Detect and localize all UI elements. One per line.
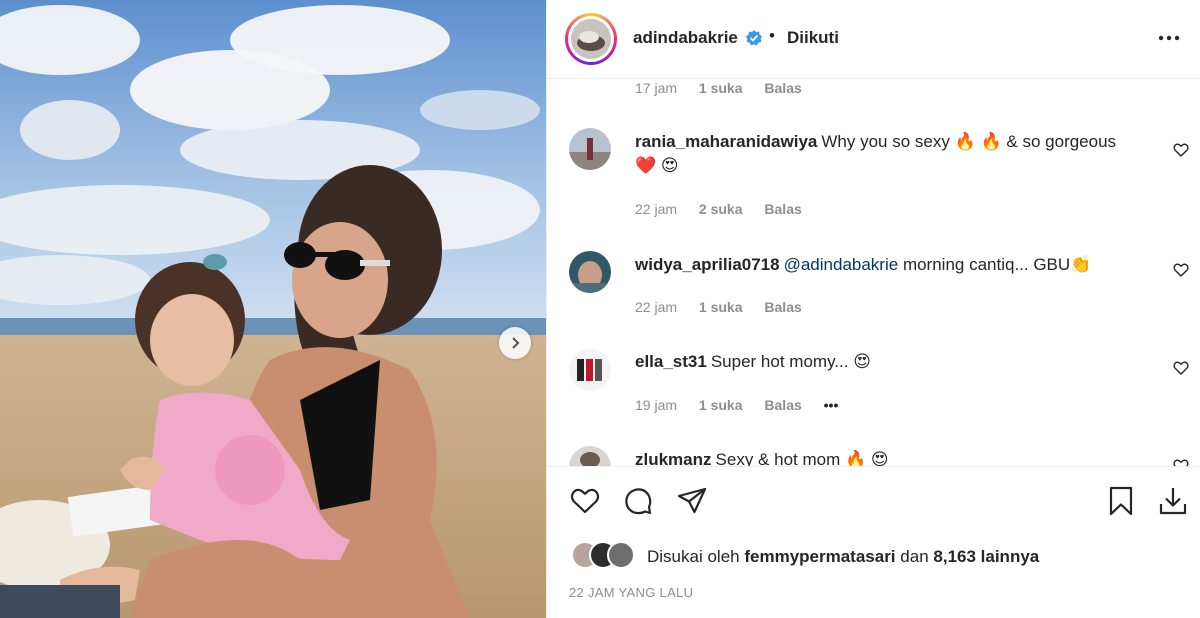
comment-meta: 22 jam 1 suka Balas	[635, 299, 820, 315]
heart-eyes-emoji: 😍	[853, 352, 871, 371]
comment-body: morning cantiq... GBU	[902, 255, 1071, 274]
heart-emoji: ❤️	[635, 156, 657, 175]
separator-dot: •	[769, 26, 775, 45]
heart-icon[interactable]	[1173, 360, 1189, 376]
comment-body: Why you so sexy	[821, 132, 950, 151]
comment-body-2: & so gorgeous	[1006, 132, 1117, 151]
clapping-emoji: 👏	[1070, 255, 1092, 274]
comment-avatar[interactable]	[569, 446, 611, 466]
heart-icon[interactable]	[1173, 458, 1189, 466]
comment-username[interactable]: zlukmanz	[635, 450, 712, 466]
heart-icon[interactable]	[1173, 142, 1189, 158]
comment-time: 19 jam	[635, 397, 678, 413]
post-username[interactable]: adindabakrie	[633, 28, 738, 48]
chevron-right-icon	[512, 337, 520, 349]
comment-text: rania_maharanidawiya Why you so sexy 🔥 🔥 …	[635, 130, 1155, 178]
comment-text: widya_aprilia0718 @adindabakrie morning c…	[635, 253, 1155, 277]
comment-likes[interactable]: 2 suka	[699, 201, 743, 217]
likes-count[interactable]: 8,163 lainnya	[933, 547, 1039, 566]
comment-time: 22 jam	[635, 201, 678, 217]
comment-reply-button[interactable]: Balas	[764, 80, 801, 96]
likes-middle: dan	[900, 547, 929, 566]
comment-time: 17 jam	[635, 80, 678, 96]
mention-link[interactable]: @adindabakrie	[784, 255, 899, 274]
avatar	[607, 541, 635, 569]
comment-icon[interactable]	[622, 485, 654, 517]
fire-emoji: 🔥	[980, 132, 1002, 151]
fire-emoji: 🔥	[954, 132, 976, 151]
post-details-panel: adindabakrie • Diikuti 17 jam 1 suka Bal…	[546, 0, 1200, 618]
comment-likes[interactable]: 1 suka	[699, 299, 743, 315]
post-header: adindabakrie • Diikuti	[547, 0, 1200, 79]
post-photo[interactable]	[0, 0, 546, 618]
post-actions: Disukai oleh femmypermatasari dan 8,163 …	[547, 466, 1200, 618]
comment-likes[interactable]: 1 suka	[699, 397, 743, 413]
comment-options-button[interactable]: •••	[824, 397, 839, 413]
fire-emoji: 🔥	[844, 450, 867, 466]
likes-summary: Disukai oleh femmypermatasari dan 8,163 …	[647, 547, 1039, 567]
heart-icon[interactable]	[569, 485, 601, 517]
comment-avatar[interactable]	[569, 349, 611, 391]
comment-text: zlukmanz Sexy & hot mom 🔥 😍	[635, 448, 1155, 466]
post-timestamp[interactable]: 22 JAM YANG LALU	[569, 585, 693, 600]
heart-eyes-emoji: 😍	[870, 450, 889, 466]
download-icon[interactable]	[1157, 485, 1189, 517]
comment-time: 22 jam	[635, 299, 678, 315]
comment-reply-button[interactable]: Balas	[764, 299, 801, 315]
comment-reply-button[interactable]: Balas	[764, 397, 801, 413]
likes-prefix: Disukai oleh	[647, 547, 740, 566]
comment-body: Sexy & hot mom	[715, 450, 841, 466]
comment-reply-button[interactable]: Balas	[764, 201, 801, 217]
liker-username[interactable]: femmypermatasari	[744, 547, 895, 566]
comment-meta: 17 jam 1 suka Balas	[635, 80, 820, 96]
comment-avatar[interactable]	[569, 128, 611, 170]
comment-text: ella_st31 Super hot momy... 😍	[635, 350, 1155, 374]
comment-avatar[interactable]	[569, 251, 611, 293]
more-horizontal-icon[interactable]	[1155, 28, 1183, 48]
comment-likes[interactable]: 1 suka	[699, 80, 743, 96]
heart-eyes-emoji: 😍	[660, 156, 679, 175]
comment-username[interactable]: rania_maharanidawiya	[635, 132, 817, 151]
next-photo-button[interactable]	[499, 327, 531, 359]
share-icon[interactable]	[676, 485, 708, 517]
beach-photo	[0, 0, 546, 618]
comment-username[interactable]: widya_aprilia0718	[635, 255, 780, 274]
comment-meta: 19 jam 1 suka Balas •••	[635, 397, 856, 413]
comments-list[interactable]: 17 jam 1 suka Balas rania_maharanidawiya…	[547, 80, 1200, 466]
comment-username[interactable]: ella_st31	[635, 352, 707, 371]
follow-status-button[interactable]: Diikuti	[787, 28, 839, 48]
comment-body: Super hot momy...	[710, 352, 849, 371]
avatar[interactable]	[565, 13, 617, 65]
comment-meta: 22 jam 2 suka Balas	[635, 201, 820, 217]
bookmark-icon[interactable]	[1105, 485, 1137, 517]
heart-icon[interactable]	[1173, 262, 1189, 278]
verified-badge-icon	[746, 30, 762, 46]
